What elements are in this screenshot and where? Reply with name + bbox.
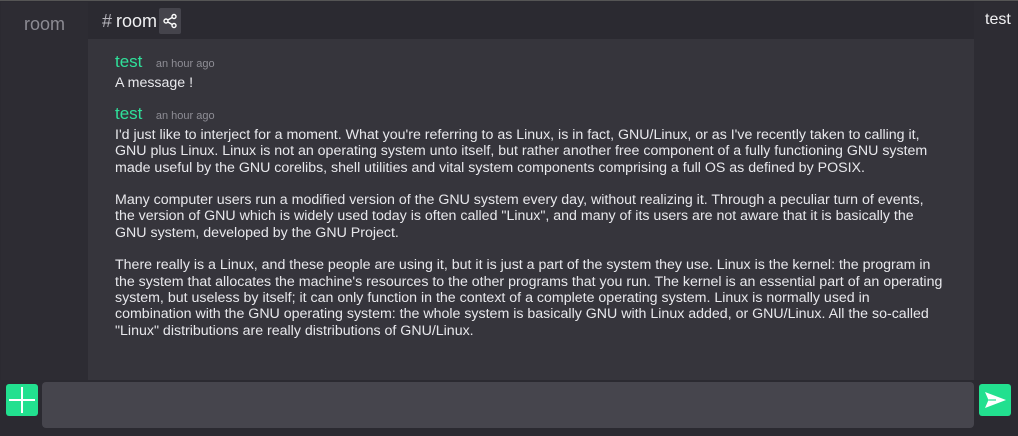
- share-button[interactable]: [159, 8, 181, 34]
- plus-icon-vertical: [21, 387, 23, 413]
- send-icon: [985, 392, 1006, 408]
- send-button[interactable]: [979, 384, 1011, 416]
- message-paragraph: Many computer users run a modified versi…: [115, 192, 924, 241]
- add-attachment-button[interactable]: [6, 384, 38, 416]
- message-list[interactable]: test an hour ago A message ! test an hou…: [88, 39, 974, 380]
- message-body: A message !: [115, 75, 945, 91]
- room-header: # room: [88, 2, 974, 39]
- message-paragraph: I'd just like to interject for a moment.…: [115, 127, 928, 176]
- message-body: I'd just like to interject for a moment.…: [115, 127, 945, 339]
- composer-bar: [0, 380, 1018, 436]
- message-author[interactable]: test: [115, 52, 142, 71]
- user-sidebar: test: [974, 2, 1017, 380]
- app-window: room # room test an hour ago A message !: [0, 0, 1018, 436]
- message-paragraph: There really is a Linux, and these peopl…: [115, 257, 943, 339]
- message-timestamp: an hour ago: [155, 58, 215, 70]
- room-title: room: [116, 11, 158, 31]
- sidebar-room-item[interactable]: room: [1, 14, 88, 35]
- user-list-item[interactable]: test: [985, 11, 1011, 29]
- message-item: test an hour ago A message !: [115, 52, 945, 91]
- message-author[interactable]: test: [115, 104, 142, 123]
- share-icon: [163, 13, 177, 29]
- room-list-sidebar: room: [1, 2, 88, 380]
- message-timestamp: an hour ago: [155, 110, 215, 122]
- message-item: test an hour ago I'd just like to interj…: [115, 104, 945, 339]
- message-input[interactable]: [42, 382, 974, 428]
- message-paragraph: A message !: [115, 75, 194, 91]
- hash-icon: #: [102, 11, 113, 31]
